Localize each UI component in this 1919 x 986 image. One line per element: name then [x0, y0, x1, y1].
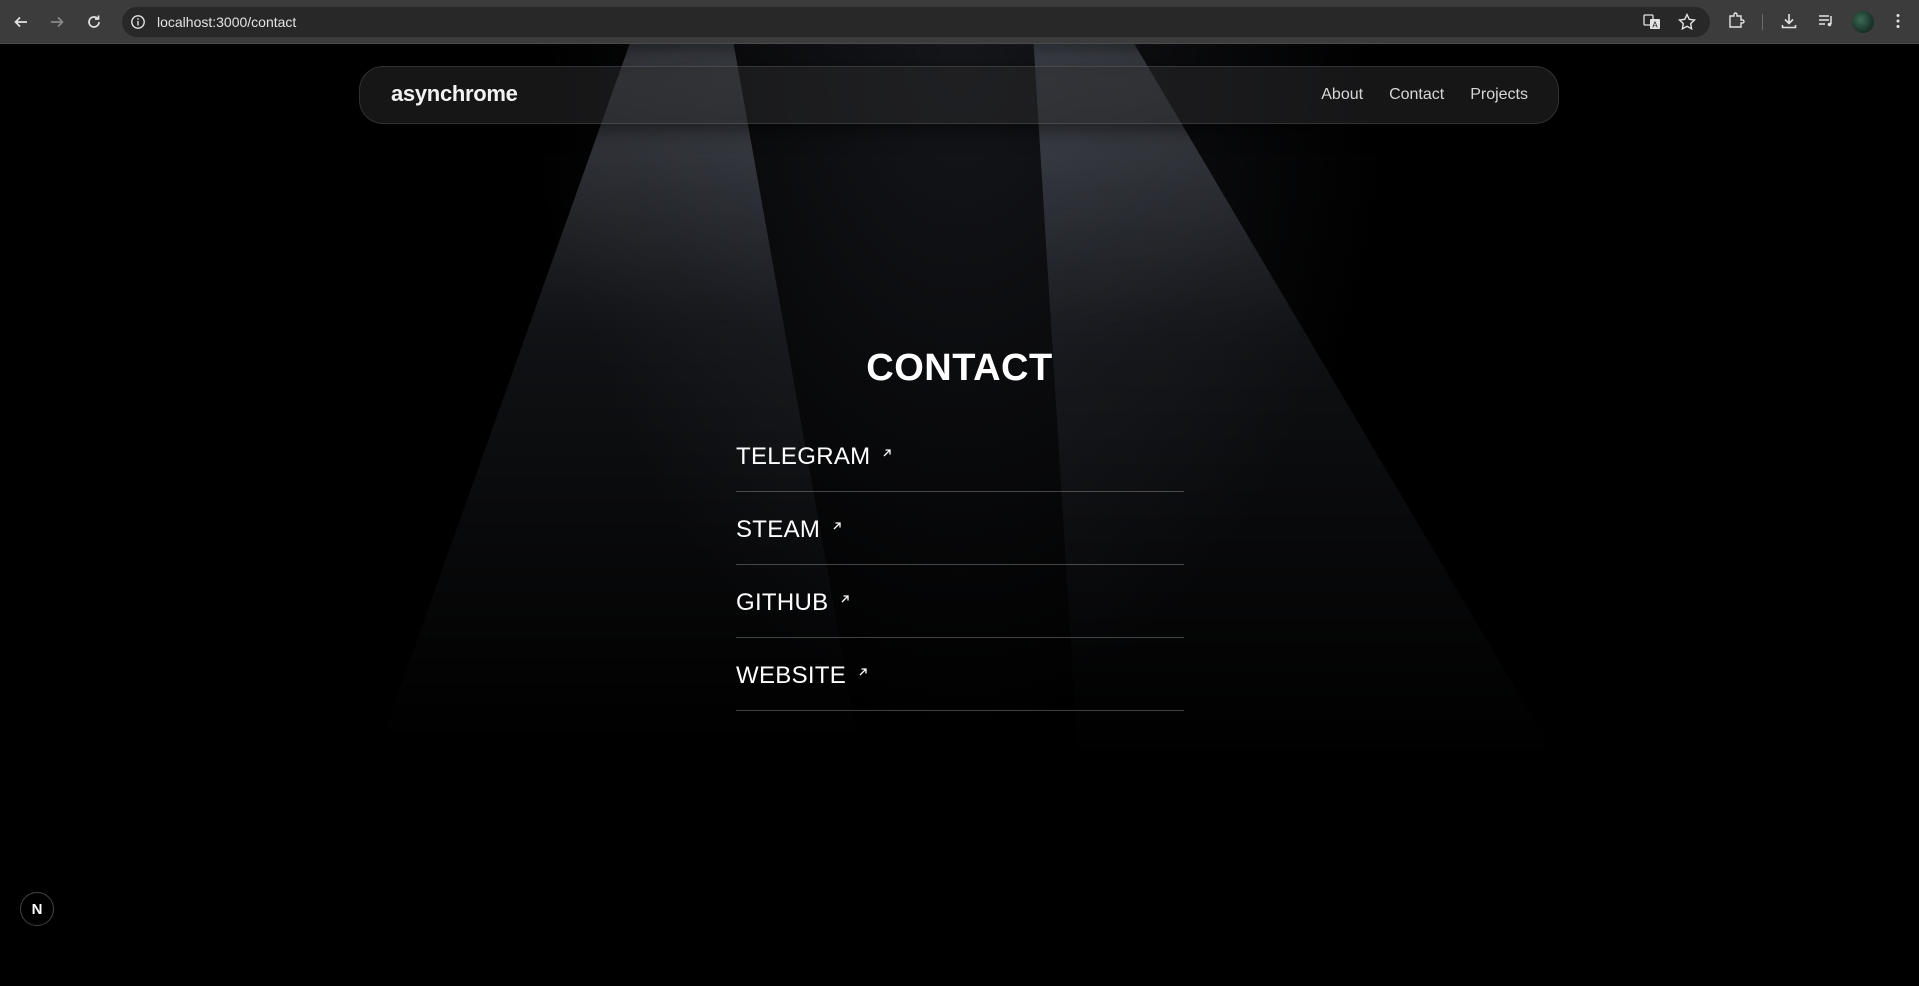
- arrow-up-right-icon: [842, 595, 850, 603]
- download-icon: [1781, 14, 1797, 29]
- browser-menu-button[interactable]: [1888, 11, 1908, 31]
- dev-tools-badge[interactable]: N: [20, 892, 54, 926]
- nav-link-contact[interactable]: Contact: [1389, 86, 1444, 104]
- contact-link-steam[interactable]: STEAM: [736, 492, 1184, 565]
- contact-link-website[interactable]: WEBSITE: [736, 638, 1184, 711]
- downloads-button[interactable]: [1779, 11, 1799, 31]
- translate-button[interactable]: A: [1642, 12, 1662, 32]
- back-button[interactable]: [10, 11, 32, 33]
- page-title: CONTACT: [866, 347, 1053, 389]
- browser-toolbar: localhost:3000/contact A: [0, 0, 1919, 44]
- profile-avatar[interactable]: [1852, 11, 1874, 33]
- contact-link-label[interactable]: TELEGRAM: [736, 443, 870, 470]
- toolbar-divider: [1762, 14, 1763, 30]
- bookmark-button[interactable]: [1677, 12, 1697, 32]
- site-header: asynchrome About Contact Projects: [359, 66, 1559, 124]
- site-logo[interactable]: asynchrome: [391, 81, 518, 107]
- arrow-up-right-icon: [859, 668, 867, 676]
- reload-icon: [88, 15, 100, 28]
- site-nav-links: About Contact Projects: [1295, 86, 1528, 104]
- reload-button[interactable]: [83, 11, 105, 33]
- contact-link-telegram[interactable]: TELEGRAM: [736, 419, 1184, 492]
- arrow-left-icon: [14, 16, 27, 28]
- contact-link-label[interactable]: WEBSITE: [736, 662, 846, 689]
- dev-tools-badge-letter: N: [31, 900, 43, 918]
- kebab-menu-icon: [1896, 14, 1900, 28]
- nav-link-about[interactable]: About: [1321, 86, 1363, 104]
- contact-link-label[interactable]: STEAM: [736, 516, 820, 543]
- contact-links: TELEGRAM STEAM GITHUB WEBSITE: [736, 419, 1184, 711]
- forward-button[interactable]: [46, 11, 68, 33]
- translate-icon: A: [1643, 14, 1660, 30]
- arrow-up-right-icon: [833, 522, 841, 530]
- address-bar[interactable]: localhost:3000/contact A: [122, 7, 1710, 37]
- puzzle-icon: [1729, 12, 1745, 28]
- star-icon: [1677, 12, 1697, 31]
- arrow-right-icon: [51, 16, 64, 28]
- nav-link-projects[interactable]: Projects: [1470, 86, 1528, 104]
- extensions-button[interactable]: [1726, 11, 1746, 31]
- contact-link-github[interactable]: GITHUB: [736, 565, 1184, 638]
- svg-text:A: A: [1652, 21, 1658, 30]
- media-control-button[interactable]: [1816, 11, 1836, 31]
- site-info-button[interactable]: [130, 14, 146, 30]
- media-control-icon: [1819, 15, 1832, 27]
- info-icon: [131, 15, 145, 29]
- contact-link-label[interactable]: GITHUB: [736, 589, 828, 616]
- arrow-up-right-icon: [883, 449, 892, 457]
- page-viewport: asynchrome About Contact Projects CONTAC…: [0, 44, 1919, 986]
- url-text[interactable]: localhost:3000/contact: [157, 14, 296, 30]
